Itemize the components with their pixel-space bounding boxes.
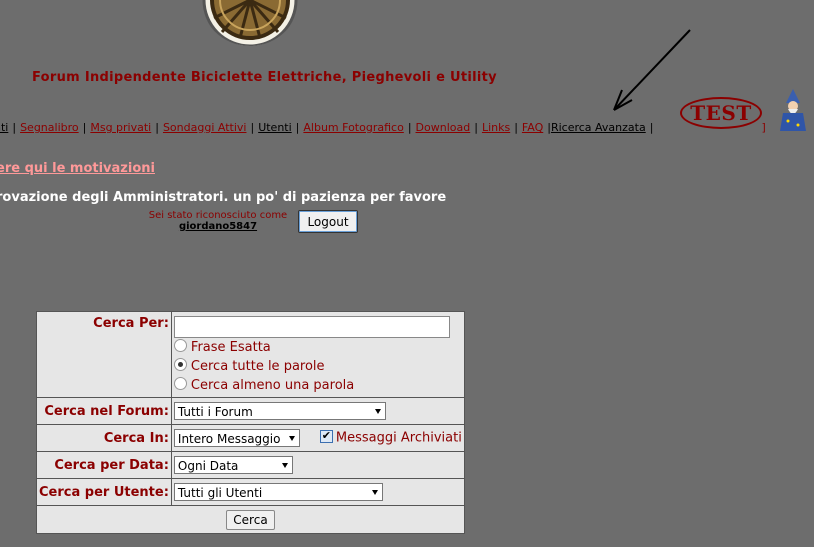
cerca-utente-label: Cerca per Utente:: [36, 478, 172, 506]
forum-select[interactable]: Tutti i Forum: [173, 402, 386, 420]
radio-tutte-parole[interactable]: Cerca tutte le parole: [173, 357, 462, 376]
nav-item-links[interactable]: Links: [482, 121, 510, 134]
nav-separator: |: [474, 121, 478, 134]
nav-item-utenti-connessi[interactable]: nti: [0, 121, 8, 134]
radio-button[interactable]: [173, 377, 187, 390]
approval-notice: rovazione degli Amministratori. un po' d…: [0, 190, 447, 205]
cerca-in-value: Intero Messaggio: [177, 432, 281, 446]
nav-item-sondaggi[interactable]: Sondaggi Attivi: [163, 121, 247, 134]
nav-separator: |: [649, 121, 654, 134]
nav-item-msg-privati[interactable]: Msg privati: [90, 121, 151, 134]
nav-end-bracket: ]: [761, 121, 766, 134]
data-select[interactable]: Ogni Data: [173, 456, 293, 474]
cerca-in-select[interactable]: Intero Messaggio: [173, 429, 300, 447]
nav-separator: |: [82, 121, 87, 134]
nav-separator: |: [514, 121, 518, 134]
radio-label: Cerca almeno una parola: [190, 378, 355, 393]
wizard-icon: [778, 89, 808, 133]
cerca-data-label: Cerca per Data:: [36, 451, 172, 479]
nav-separator: |: [407, 121, 412, 134]
nav-separator: |: [295, 121, 300, 134]
test-logo: TEST: [680, 97, 762, 129]
data-select-value: Ogni Data: [177, 459, 239, 473]
cerca-forum-label: Cerca nel Forum:: [36, 397, 172, 425]
radio-frase-esatta[interactable]: Frase Esatta: [173, 338, 462, 357]
search-input[interactable]: [173, 316, 450, 338]
search-form: Cerca Per: Frase Esatta Cerca tutte le p…: [36, 311, 466, 534]
nav-bar: nti|Segnalibro|Msg privati|Sondaggi Atti…: [0, 121, 766, 134]
chevron-down-icon: [281, 463, 288, 468]
cerca-in-label: Cerca In:: [36, 424, 172, 452]
forum-title: Forum Indipendente Biciclette Elettriche…: [32, 70, 497, 85]
archived-checkbox[interactable]: ✔: [319, 429, 333, 443]
nav-item-download[interactable]: Download: [416, 121, 471, 134]
nav-item-faq[interactable]: FAQ: [522, 121, 543, 134]
cerca-per-label: Cerca Per:: [36, 311, 172, 398]
nav-separator: |: [250, 121, 255, 134]
radio-label: Cerca tutte le parole: [190, 359, 325, 374]
logout-button[interactable]: Logout: [298, 210, 358, 233]
nav-item-ricerca-avanzata[interactable]: Ricerca Avanzata: [551, 121, 646, 134]
radio-label: Frase Esatta: [190, 340, 271, 355]
nav-separator: |: [12, 121, 17, 134]
utente-select-value: Tutti gli Utenti: [177, 486, 263, 500]
chevron-down-icon: [288, 436, 295, 441]
login-info: Sei stato riconosciuto come giordano5847: [142, 210, 294, 232]
nav-item-utenti[interactable]: Utenti: [258, 121, 291, 134]
username-link[interactable]: giordano5847: [142, 221, 294, 232]
radio-button-selected[interactable]: [173, 358, 187, 371]
radio-button[interactable]: [173, 339, 187, 352]
utente-select[interactable]: Tutti gli Utenti: [173, 483, 383, 501]
nav-separator: |: [155, 121, 159, 134]
forum-select-value: Tutti i Forum: [177, 405, 253, 419]
motivazioni-link[interactable]: ere qui le motivazioni: [0, 161, 155, 176]
radio-almeno-una[interactable]: Cerca almeno una parola: [173, 376, 462, 395]
nav-item-segnalibro[interactable]: Segnalibro: [20, 121, 79, 134]
nav-item-album[interactable]: Album Fotografico: [303, 121, 403, 134]
cerca-button[interactable]: Cerca: [226, 509, 275, 530]
forum-logo: ke: [200, 0, 300, 46]
archived-label: Messaggi Archiviati: [335, 430, 462, 446]
chevron-down-icon: [371, 490, 378, 495]
recognized-as-label: Sei stato riconosciuto come: [148, 210, 288, 221]
chevron-down-icon: [374, 409, 381, 414]
